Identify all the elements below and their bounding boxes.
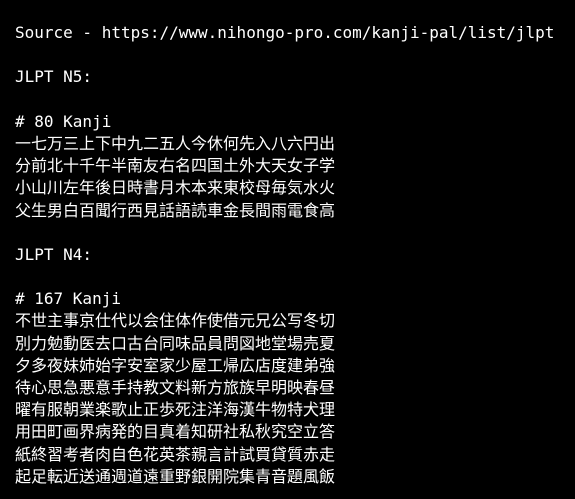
n4-heading: JLPT N4: (15, 244, 93, 264)
n5-count-line: # 80 Kanji (15, 111, 112, 131)
n4-kanji-row: 夕多夜妹姉始字安室家少屋工帰広店度建弟強 (15, 355, 336, 375)
n4-kanji-row: 起足転近送通週道遠重野銀開院集青音題風飯 (15, 466, 336, 486)
n4-kanji-row: 不世主事京仕代以会住体作使借元兄公写冬切 (15, 311, 336, 331)
n5-kanji-row: 一七万三上下中九二五人今休何先入八六円出 (15, 133, 336, 153)
terminal-window: Source - https://www.nihongo-pro.com/kan… (0, 0, 575, 499)
n4-kanji-row: 曜有服朝業楽歌止正歩死注洋海漢牛物特犬理 (15, 400, 336, 420)
n4-kanji-row: 用田町画界病発的目真着知研社私秋究空立答 (15, 422, 336, 442)
n4-kanji-row: 待心思急悪意手持教文料新方旅族早明映春昼 (15, 378, 336, 397)
n5-heading: JLPT N5: (15, 67, 93, 87)
n4-kanji-row: 別力勉動医去口古台同味品員問図地堂場売夏 (15, 333, 336, 353)
n4-kanji-row: 紙終習考者肉自色花英茶親言計試買貸質赤走 (15, 444, 336, 464)
n5-kanji-row: 小山川左年後日時書月木本来東校母毎気水火 (15, 178, 336, 198)
n5-kanji-row: 父生男白百聞行西見話語読車金長間雨電食高 (15, 200, 336, 220)
n4-count-line: # 167 Kanji (15, 289, 121, 309)
n5-kanji-row: 分前北十千午半南友右名四国土外大天女子学 (15, 156, 336, 176)
source-line: Source - https://www.nihongo-pro.com/kan… (15, 23, 555, 42)
